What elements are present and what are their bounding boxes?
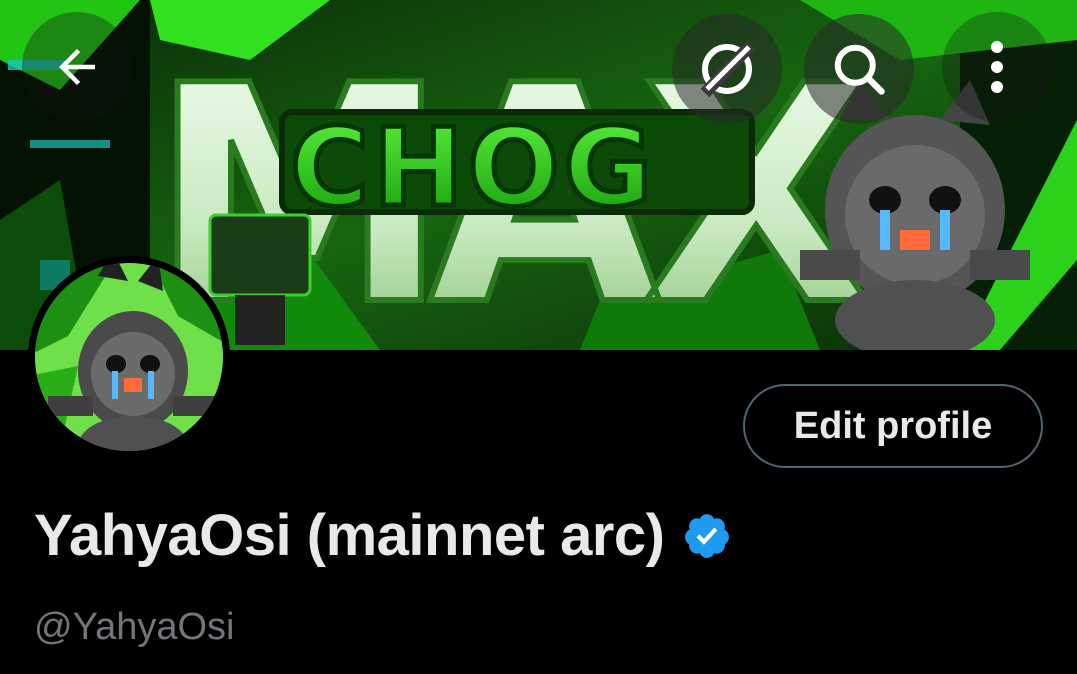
verified-badge-icon[interactable] <box>682 511 732 561</box>
display-name-row: YahyaOsi (mainnet arc) <box>34 502 732 569</box>
search-icon <box>834 44 885 95</box>
user-handle: @YahyaOsi <box>34 606 235 648</box>
more-options-button[interactable] <box>942 12 1052 122</box>
display-name: YahyaOsi (mainnet arc) <box>34 503 665 568</box>
svg-text:CHOG: CHOG <box>290 106 656 231</box>
grok-icon <box>700 40 756 98</box>
profile-screen: MAX CHOG <box>0 0 1077 674</box>
search-button[interactable] <box>804 14 914 124</box>
avatar-image <box>28 256 230 458</box>
avatar[interactable] <box>28 256 230 458</box>
edit-profile-button[interactable]: Edit profile <box>743 384 1043 468</box>
more-vertical-icon <box>991 41 1003 93</box>
arrow-left-icon <box>59 49 95 85</box>
grok-button[interactable] <box>672 14 782 124</box>
back-button[interactable] <box>22 12 132 122</box>
